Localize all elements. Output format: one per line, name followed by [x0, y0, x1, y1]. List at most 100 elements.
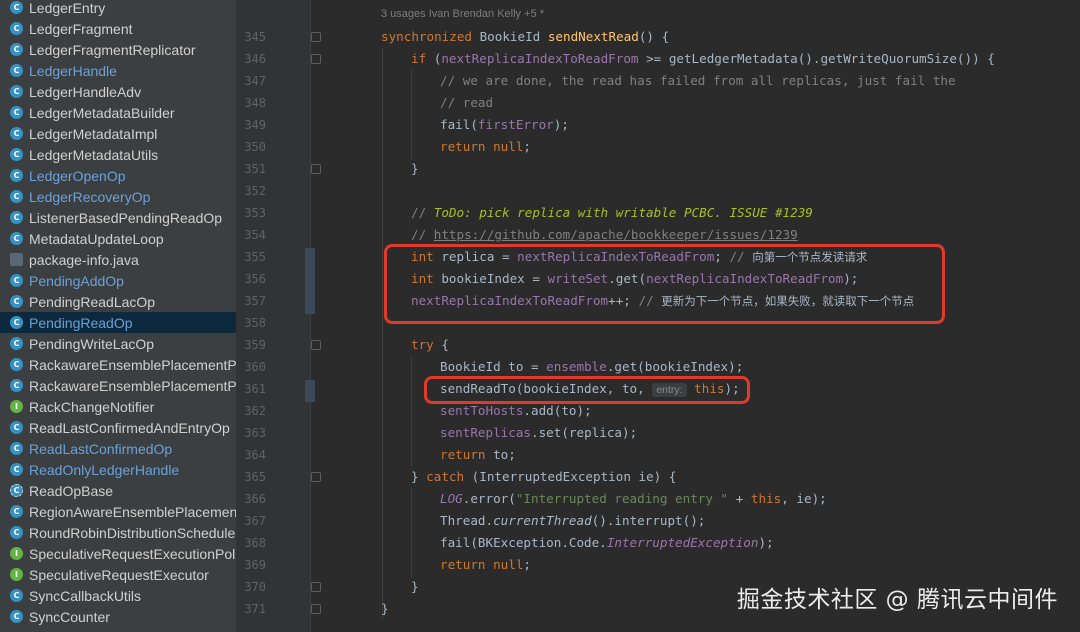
code-line-353[interactable]: // ToDo: pick replica with writable PCBC… [411, 202, 813, 224]
code-line-364[interactable]: return to; [440, 444, 516, 466]
line-number[interactable]: 370 [236, 576, 266, 598]
line-number[interactable]: 355 [236, 246, 266, 268]
usages-inlay-hint[interactable]: 3 usages Ivan Brendan Kelly +5 * [381, 8, 544, 20]
line-number[interactable]: 371 [236, 598, 266, 620]
code-line-370[interactable]: } [411, 576, 419, 598]
code-line-346[interactable]: if (nextReplicaIndexToReadFrom >= getLed… [411, 48, 995, 70]
line-number[interactable]: 352 [236, 180, 266, 202]
code-text: () { [638, 29, 670, 44]
fold-marker[interactable] [311, 54, 321, 64]
line-number[interactable]: 346 [236, 48, 266, 70]
code-line-371[interactable]: } [381, 598, 389, 620]
string-literal: "Interrupted reading entry " [515, 491, 729, 506]
code-line-349[interactable]: fail(firstError); [440, 114, 569, 136]
line-number[interactable]: 358 [236, 312, 266, 334]
tree-item[interactable]: C LedgerMetadataBuilder [0, 102, 236, 123]
tree-item-label: LedgerMetadataUtils [29, 146, 159, 163]
tree-item-label: ReadOnlyLedgerHandle [29, 461, 180, 478]
line-number[interactable]: 367 [236, 510, 266, 532]
tree-item[interactable]: C ReadLastConfirmedAndEntryOp [0, 417, 236, 438]
tree-item[interactable]: C ReadOnlyLedgerHandle [0, 459, 236, 480]
fold-marker[interactable] [311, 340, 321, 350]
line-number[interactable]: 363 [236, 422, 266, 444]
code-line-345[interactable]: synchronized BookieId sendNextRead() { [381, 26, 669, 48]
tree-item[interactable]: C LedgerRecoveryOp [0, 186, 236, 207]
code-line-348[interactable]: // read [440, 92, 493, 114]
line-number[interactable]: 364 [236, 444, 266, 466]
line-number[interactable]: 368 [236, 532, 266, 554]
tree-item[interactable]: C PendingAddOp [0, 270, 236, 291]
tree-item[interactable]: C SyncCallbackUtils [0, 585, 236, 606]
code-line-369[interactable]: return null; [440, 554, 531, 576]
tree-item[interactable]: C LedgerMetadataUtils [0, 144, 236, 165]
tree-item[interactable]: C LedgerMetadataImpl [0, 123, 236, 144]
code-line-354[interactable]: // https://github.com/apache/bookkeeper/… [411, 224, 798, 246]
tree-item[interactable]: C RackawareEnsemblePlacementP [0, 375, 236, 396]
issue-link[interactable]: https://github.com/apache/bookkeeper/iss… [434, 227, 798, 242]
code-line-365[interactable]: } catch (InterruptedException ie) { [411, 466, 676, 488]
line-number[interactable]: 345 [236, 26, 266, 48]
code-line-347[interactable]: // we are done, the read has failed from… [440, 70, 956, 92]
tree-item[interactable]: C PendingReadLacOp [0, 291, 236, 312]
tree-item-label: LedgerFragmentReplicator [29, 41, 196, 58]
tree-item[interactable]: C RegionAwareEnsemblePlacemen [0, 501, 236, 522]
line-number[interactable]: 348 [236, 92, 266, 114]
tree-item[interactable]: C SyncCounter [0, 606, 236, 627]
line-number[interactable]: 350 [236, 136, 266, 158]
line-number[interactable]: 351 [236, 158, 266, 180]
line-number[interactable]: 369 [236, 554, 266, 576]
tree-item[interactable]: C PendingReadOp [0, 312, 236, 333]
code-line-359[interactable]: try { [411, 334, 449, 356]
tree-item-label: SyncCallbackUtils [29, 587, 142, 604]
code-line-350[interactable]: return null; [440, 136, 531, 158]
tree-item-label: RackChangeNotifier [29, 398, 155, 415]
tree-item[interactable]: C LedgerHandle [0, 60, 236, 81]
line-number[interactable]: 361 [236, 378, 266, 400]
code-line-360[interactable]: BookieId to = ensemble.get(bookieIndex); [440, 356, 743, 378]
code-line-368[interactable]: fail(BKException.Code.InterruptedExcepti… [440, 532, 774, 554]
tree-item[interactable]: C LedgerFragmentReplicator [0, 39, 236, 60]
line-number[interactable]: 360 [236, 356, 266, 378]
line-number[interactable]: 349 [236, 114, 266, 136]
change-marker[interactable] [305, 380, 315, 402]
tree-item[interactable]: C LedgerOpenOp [0, 165, 236, 186]
tree-item-label: package-info.java [29, 251, 139, 268]
tree-item[interactable]: C ReadLastConfirmedOp [0, 438, 236, 459]
code-text: .set(replica); [531, 425, 638, 440]
tree-item[interactable]: C ListenerBasedPendingReadOp [0, 207, 236, 228]
tree-item[interactable]: C ReadOpBase [0, 480, 236, 501]
tree-item[interactable]: C LedgerHandleAdv [0, 81, 236, 102]
line-number[interactable]: 366 [236, 488, 266, 510]
fold-marker[interactable] [311, 582, 321, 592]
line-number[interactable]: 354 [236, 224, 266, 246]
fold-marker[interactable] [311, 472, 321, 482]
tree-item[interactable]: I SpeculativeRequestExecutionPol [0, 543, 236, 564]
code-line-363[interactable]: sentReplicas.set(replica); [440, 422, 637, 444]
line-number[interactable]: 347 [236, 70, 266, 92]
line-number[interactable]: 356 [236, 268, 266, 290]
change-marker[interactable] [305, 248, 315, 314]
code-line-351[interactable]: } [411, 158, 419, 180]
tree-item-label: PendingReadOp [29, 314, 133, 331]
code-line-367[interactable]: Thread.currentThread().interrupt(); [440, 510, 705, 532]
fold-marker[interactable] [311, 164, 321, 174]
tree-item[interactable]: I RackChangeNotifier [0, 396, 236, 417]
line-number[interactable]: 365 [236, 466, 266, 488]
tree-item[interactable]: I SpeculativeRequestExecutor [0, 564, 236, 585]
tree-item[interactable]: package-info.java [0, 249, 236, 270]
code-text: fail(BKException.Code. [440, 535, 607, 550]
line-number[interactable]: 359 [236, 334, 266, 356]
tree-item[interactable]: C RoundRobinDistributionSchedule [0, 522, 236, 543]
class-icon: C [10, 64, 23, 77]
line-number[interactable]: 357 [236, 290, 266, 312]
tree-item[interactable]: C LedgerFragment [0, 18, 236, 39]
code-line-366[interactable]: LOG.error("Interrupted reading entry " +… [440, 488, 827, 510]
fold-marker[interactable] [311, 32, 321, 42]
line-number[interactable]: 362 [236, 400, 266, 422]
tree-item[interactable]: C PendingWriteLacOp [0, 333, 236, 354]
tree-item[interactable]: C MetadataUpdateLoop [0, 228, 236, 249]
tree-item[interactable]: C RackawareEnsemblePlacementP [0, 354, 236, 375]
line-number[interactable]: 353 [236, 202, 266, 224]
fold-marker[interactable] [311, 604, 321, 614]
tree-item[interactable]: C LedgerEntry [0, 0, 236, 18]
